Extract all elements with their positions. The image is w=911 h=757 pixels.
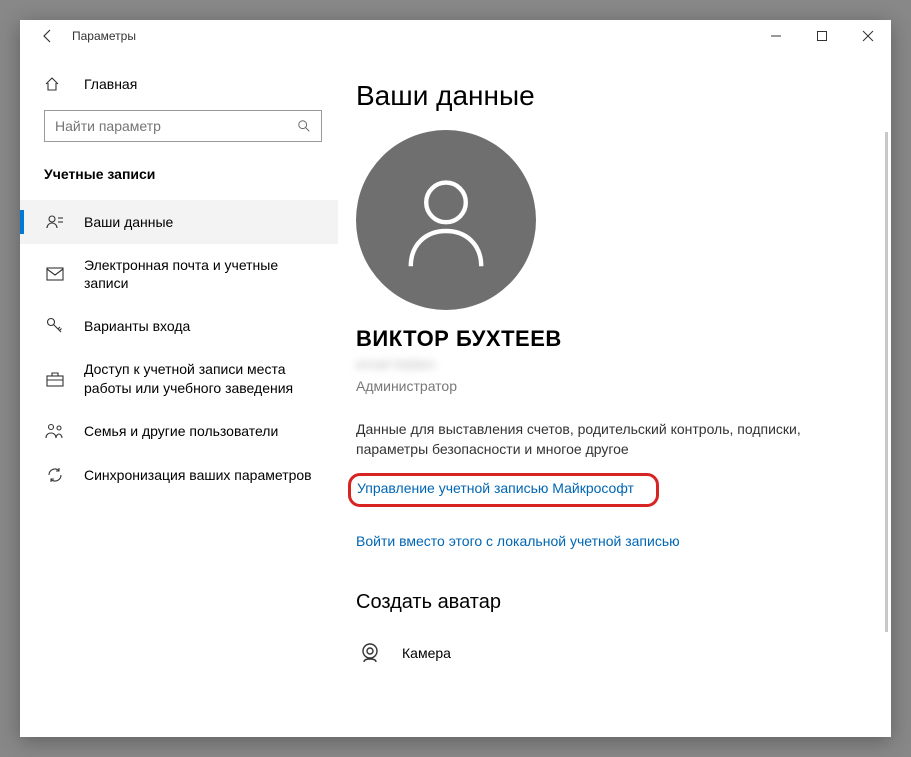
search-icon — [297, 119, 311, 133]
sidebar-item-work[interactable]: Доступ к учетной записи места работы или… — [20, 348, 338, 408]
sidebar-item-label: Семья и другие пользователи — [84, 422, 278, 440]
sidebar-item-label: Синхронизация ваших параметров — [84, 466, 312, 484]
user-role: Администратор — [356, 378, 871, 394]
window-controls — [753, 20, 891, 52]
briefcase-icon — [44, 371, 66, 387]
camera-icon — [356, 640, 384, 666]
sidebar-item-your-info[interactable]: Ваши данные — [20, 200, 338, 244]
billing-desc: Данные для выставления счетов, родительс… — [356, 420, 826, 459]
sidebar-item-label: Ваши данные — [84, 213, 173, 231]
minimize-button[interactable] — [753, 20, 799, 52]
home-label: Главная — [84, 76, 137, 92]
person-icon — [391, 165, 501, 275]
highlight-annotation: Управление учетной записью Майкрософт — [348, 473, 659, 507]
camera-option[interactable]: Камера — [356, 634, 871, 672]
avatar-section-title: Создать аватар — [356, 591, 871, 614]
close-button[interactable] — [845, 20, 891, 52]
sidebar-item-email[interactable]: Электронная почта и учетные записи — [20, 244, 338, 304]
sidebar-item-label: Электронная почта и учетные записи — [84, 256, 324, 292]
user-email: email hidden — [356, 356, 871, 372]
sidebar-item-family[interactable]: Семья и другие пользователи — [20, 409, 338, 453]
search-input[interactable] — [44, 110, 322, 142]
sidebar-item-label: Варианты входа — [84, 317, 190, 335]
sidebar-item-label: Доступ к учетной записи места работы или… — [84, 360, 324, 396]
key-icon — [44, 317, 66, 335]
category-header: Учетные записи — [20, 160, 338, 200]
mail-icon — [44, 267, 66, 281]
titlebar: Параметры — [20, 20, 891, 52]
local-account-link[interactable]: Войти вместо этого с локальной учетной з… — [356, 533, 680, 549]
avatar — [356, 130, 536, 310]
maximize-button[interactable] — [799, 20, 845, 52]
search-field[interactable] — [55, 118, 297, 134]
camera-label: Камера — [402, 645, 451, 661]
manage-account-link[interactable]: Управление учетной записью Майкрософт — [357, 480, 634, 496]
user-name: ВИКТОР БУХТЕЕВ — [356, 326, 871, 352]
content: Ваши данные ВИКТОР БУХТЕЕВ email hidden … — [338, 52, 891, 737]
home-link[interactable]: Главная — [20, 70, 338, 106]
sidebar-item-signin[interactable]: Варианты входа — [20, 304, 338, 348]
scrollbar[interactable] — [885, 132, 888, 632]
settings-window: Параметры Главная — [20, 20, 891, 737]
page-title: Ваши данные — [356, 80, 871, 112]
user-card-icon — [44, 213, 66, 231]
sidebar-item-sync[interactable]: Синхронизация ваших параметров — [20, 453, 338, 497]
window-title: Параметры — [72, 29, 136, 43]
sidebar: Главная Учетные записи Ваши данные — [20, 52, 338, 737]
home-icon — [44, 76, 66, 92]
nav-list: Ваши данные Электронная почта и учетные … — [20, 200, 338, 497]
sync-icon — [44, 466, 66, 484]
back-button[interactable] — [28, 20, 68, 52]
family-icon — [44, 423, 66, 439]
